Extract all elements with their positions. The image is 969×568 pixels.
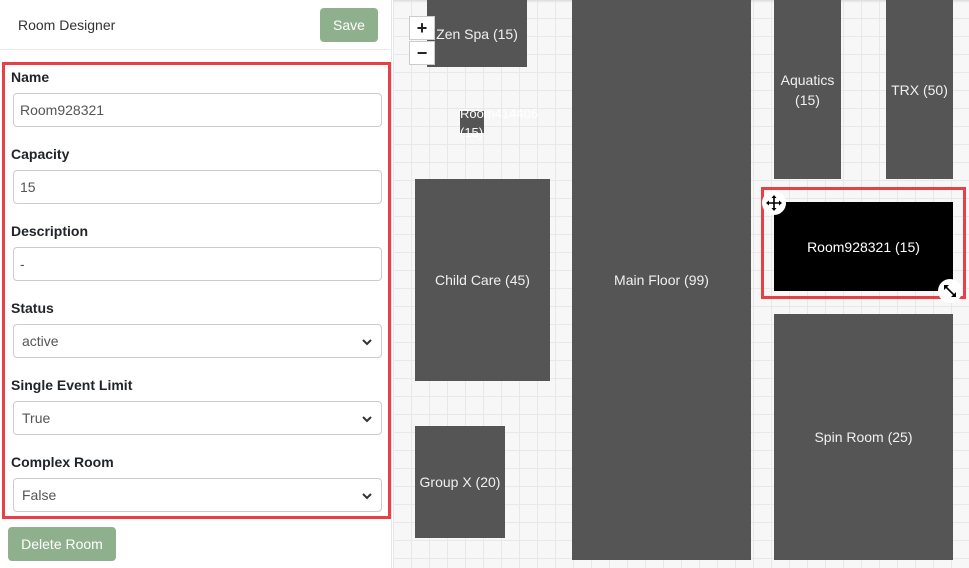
room-label: Main Floor (99): [614, 272, 709, 288]
description-field[interactable]: [13, 247, 382, 281]
sidebar-header: Room Designer Save: [0, 0, 392, 50]
status-label: Status: [11, 300, 54, 316]
zoom-in-button[interactable]: +: [409, 16, 435, 40]
move-handle[interactable]: [762, 191, 786, 215]
chevron-down-icon: [362, 339, 372, 346]
room-zen-spa[interactable]: Zen Spa (15): [427, 0, 527, 67]
room-414406[interactable]: Room414406 (15): [460, 106, 538, 140]
save-button[interactable]: Save: [320, 8, 378, 42]
resize-icon: [944, 285, 956, 297]
room-label: Group X (20): [419, 474, 501, 490]
selection-highlight: [761, 187, 966, 299]
room-label: Child Care (45): [435, 272, 530, 288]
room-label: Spin Room (25): [814, 429, 913, 445]
status-select[interactable]: active: [13, 324, 382, 358]
complex-room-label: Complex Room: [11, 454, 114, 470]
chevron-down-icon: [362, 493, 372, 500]
room-label: Zen Spa (15): [436, 25, 518, 42]
single-event-limit-value: True: [22, 410, 51, 426]
complex-room-value: False: [22, 487, 57, 503]
name-label: Name: [11, 69, 50, 85]
room-layout-canvas[interactable]: Zen Spa (15) Room414406 (15) Child Care …: [393, 0, 969, 568]
capacity-label: Capacity: [11, 146, 70, 162]
room-spin-room[interactable]: Spin Room (25): [774, 314, 953, 560]
room-label: Aquatics (15): [780, 71, 835, 108]
single-event-limit-select[interactable]: True: [13, 401, 382, 435]
room-label: Room414406 (15): [460, 106, 539, 140]
room-aquatics[interactable]: Aquatics (15): [774, 0, 841, 179]
app-title: Room Designer: [18, 17, 116, 33]
description-label: Description: [11, 223, 89, 239]
chevron-down-icon: [362, 416, 372, 423]
room-trx[interactable]: TRX (50): [886, 0, 953, 179]
complex-room-select[interactable]: False: [13, 478, 382, 512]
resize-handle[interactable]: [938, 279, 962, 303]
room-label: TRX (50): [891, 81, 948, 98]
capacity-field[interactable]: [13, 170, 382, 204]
zoom-out-button[interactable]: −: [409, 41, 435, 65]
status-value: active: [22, 333, 59, 349]
room-properties-form: Name Capacity Description Status active …: [2, 62, 391, 519]
room-main-floor[interactable]: Main Floor (99): [572, 0, 751, 560]
room-designer-sidebar: Room Designer Save Name Capacity Descrip…: [0, 0, 392, 568]
room-child-care[interactable]: Child Care (45): [415, 179, 550, 381]
move-icon: [766, 195, 782, 211]
name-field[interactable]: [13, 93, 382, 127]
delete-room-button[interactable]: Delete Room: [8, 527, 116, 561]
single-event-limit-label: Single Event Limit: [11, 377, 133, 393]
room-group-x[interactable]: Group X (20): [415, 426, 505, 538]
